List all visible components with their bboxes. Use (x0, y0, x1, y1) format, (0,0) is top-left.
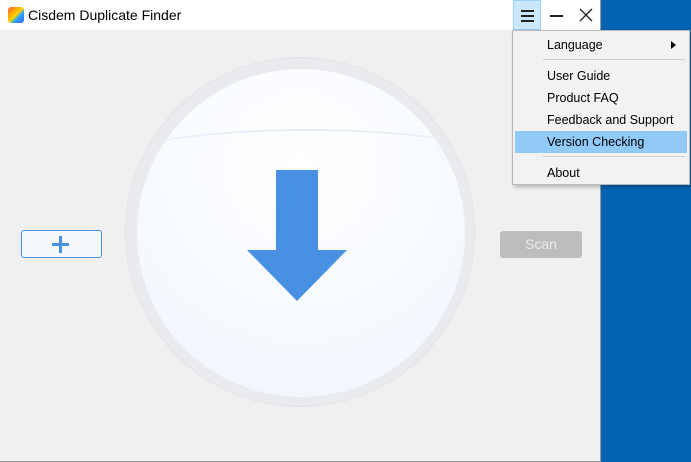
app-icon (8, 7, 24, 23)
menu-item-about[interactable]: About (515, 162, 687, 184)
hamburger-menu-button[interactable] (513, 0, 541, 30)
menu-separator (543, 59, 685, 60)
plus-icon (52, 236, 69, 253)
close-icon (579, 8, 593, 22)
menu-item-product-faq[interactable]: Product FAQ (515, 87, 687, 109)
app-window: Cisdem Duplicate Finder Scan (0, 0, 601, 462)
down-arrow-icon (247, 170, 347, 301)
menu-item-user-guide[interactable]: User Guide (515, 65, 687, 87)
menu-item-feedback-support[interactable]: Feedback and Support (515, 109, 687, 131)
menu-item-version-checking[interactable]: Version Checking (515, 131, 687, 153)
submenu-arrow-icon (671, 41, 676, 49)
menu-item-label: Product FAQ (547, 91, 619, 105)
menu-separator (543, 156, 685, 157)
menu-item-label: User Guide (547, 69, 611, 83)
menu-item-label: About (547, 166, 580, 180)
menu-item-language[interactable]: Language (515, 34, 687, 56)
close-button[interactable] (572, 0, 600, 30)
add-folder-button[interactable] (21, 230, 102, 258)
title-bar[interactable]: Cisdem Duplicate Finder (0, 0, 600, 30)
scan-button[interactable]: Scan (500, 231, 582, 258)
hamburger-menu-icon (521, 10, 534, 12)
main-content: Scan (0, 30, 600, 461)
menu-item-label: Version Checking (547, 135, 645, 149)
minimize-icon (550, 15, 563, 17)
menu-item-label: Language (547, 38, 603, 52)
window-title: Cisdem Duplicate Finder (28, 7, 182, 23)
menu-item-label: Feedback and Support (547, 113, 674, 127)
minimize-button[interactable] (543, 0, 571, 30)
app-menu-dropdown: Language User Guide Product FAQ Feedback… (512, 30, 690, 185)
